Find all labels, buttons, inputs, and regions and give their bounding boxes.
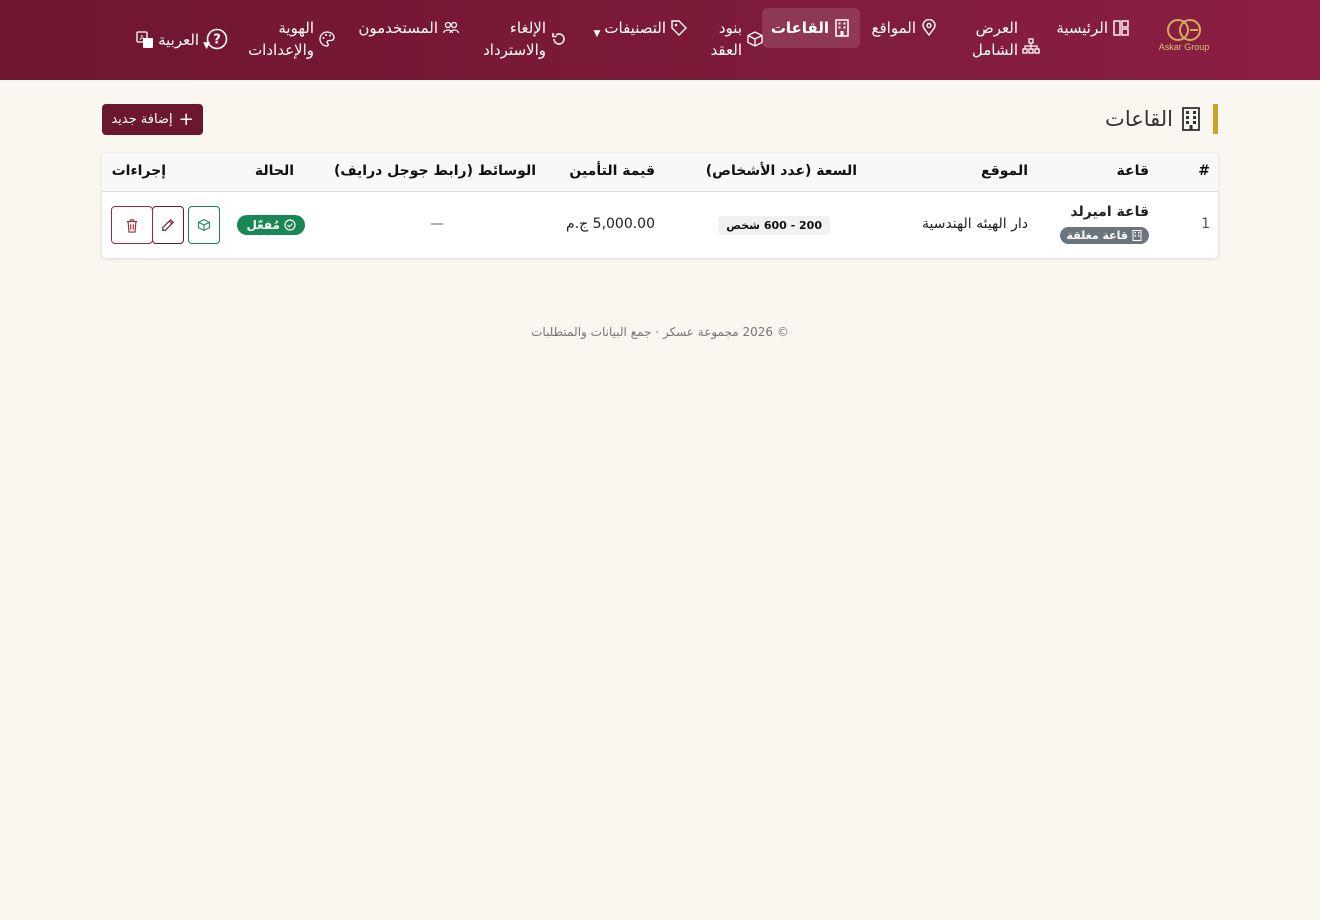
media-value: — (430, 216, 444, 232)
nav-categories-label: التصنيفات (604, 19, 666, 37)
nav-users[interactable]: المستخدمون (358, 17, 460, 39)
th-index: # (1198, 163, 1210, 179)
page-title: القاعات (1105, 107, 1173, 131)
palette-icon (319, 31, 335, 47)
capacity-badge: 200 - 600 شخص (718, 216, 830, 235)
sitemap-icon (1022, 38, 1040, 54)
footer-text: © 2026 مجموعة عسكر · جمع البيانات والمتط… (531, 325, 789, 339)
logo-mark-icon (1167, 19, 1201, 41)
nav-cancel-refund-label: الإلغاء والاسترداد (483, 19, 546, 59)
add-new-label: إضافة جديد (111, 112, 173, 127)
th-location: الموقع (981, 163, 1028, 179)
brand-logo[interactable]: Askar Group (1152, 16, 1216, 62)
nav-overview[interactable]: العرض الشامل (962, 17, 1040, 61)
building-icon (835, 19, 849, 37)
nav-halls-label: القاعات (770, 19, 829, 37)
box-icon (198, 218, 210, 232)
add-new-button[interactable]: + إضافة جديد (102, 104, 203, 135)
hall-name: قاعة اميرلد (1070, 204, 1149, 220)
status-label: مُفعّل (246, 218, 280, 232)
nav-home[interactable]: الرئيسية (1056, 17, 1130, 39)
contract-terms-button[interactable] (188, 206, 220, 244)
check-circle-icon (284, 219, 296, 231)
th-hall: قاعة (1116, 163, 1149, 179)
chevron-down-icon: ▼ (203, 41, 210, 51)
th-deposit: قيمة التأمين (569, 163, 655, 179)
nav-contract-terms-label: بنود العقد (710, 19, 742, 59)
pencil-icon (162, 218, 175, 231)
nav-identity-settings[interactable]: الهوية والإعدادات (244, 17, 336, 61)
nav-cancel-refund[interactable]: الإلغاء والاسترداد (476, 17, 568, 61)
plus-icon: + (178, 108, 194, 130)
th-actions: إجراءات (111, 163, 166, 179)
table-header: # قاعة الموقع السعة (عدد الأشخاص) قيمة ا… (102, 153, 1218, 192)
refresh-icon (552, 33, 565, 45)
nav-users-label: المستخدمون (358, 19, 438, 37)
status-badge: مُفعّل (237, 215, 305, 235)
svg-text:A: A (140, 34, 145, 42)
delete-button[interactable] (111, 206, 153, 244)
dashboard-icon (1113, 20, 1129, 36)
svg-text:?: ? (213, 33, 221, 48)
th-media: الوسائط (رابط جوجل درايف) (333, 163, 536, 179)
logo-text: Askar Group (1158, 42, 1210, 52)
deposit-value: 5,000.00 ج.م (566, 216, 655, 232)
nav-identity-settings-label: الهوية والإعدادات (248, 19, 314, 59)
nav-overview-label: العرض الشامل (971, 19, 1018, 59)
hall-type-badge: قاعة مغلقة (1059, 227, 1149, 244)
chevron-down-icon: ▼ (593, 29, 601, 39)
building-icon (1182, 107, 1200, 131)
row-index: 1 (1201, 216, 1210, 232)
language-label: العربية (158, 31, 200, 49)
nav-locations-label: المواقع (871, 19, 916, 37)
th-capacity: السعة (عدد الأشخاص) (705, 163, 857, 179)
users-icon (442, 21, 460, 34)
nav-locations[interactable]: المواقع (872, 17, 938, 39)
nav-halls[interactable]: القاعات (761, 8, 860, 48)
top-navbar: Askar Group الرئيسية العرض الشامل المواق… (0, 0, 1320, 80)
nav-contract-terms[interactable]: بنود العقد (702, 17, 764, 61)
th-status: الحالة (254, 163, 294, 179)
hall-location: دار الهيئه الهندسية (922, 216, 1028, 232)
translate-icon: A (136, 31, 154, 48)
hall-type-label: قاعة مغلقة (1066, 229, 1128, 242)
edit-button[interactable] (152, 206, 184, 244)
trash-icon (126, 218, 138, 233)
nav-categories[interactable]: التصنيفات ▼ (593, 17, 688, 45)
box-icon (747, 31, 763, 47)
map-pin-icon (922, 19, 936, 37)
language-selector[interactable]: ▼ العربية A (108, 29, 210, 57)
nav-home-label: الرئيسية (1056, 19, 1108, 37)
tag-icon (671, 20, 687, 36)
halls-table: # قاعة الموقع السعة (عدد الأشخاص) قيمة ا… (102, 153, 1218, 258)
page-header: القاعات (1105, 104, 1218, 134)
building-icon (1132, 230, 1142, 241)
